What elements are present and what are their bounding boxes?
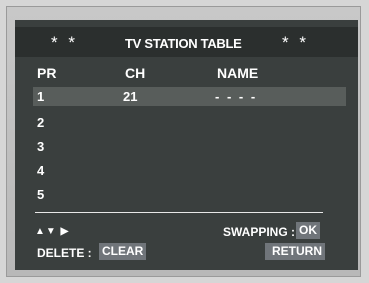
table-row[interactable]: 5 — [33, 185, 346, 204]
clear-key[interactable]: CLEAR — [99, 243, 147, 260]
table-row[interactable]: 3 — [33, 137, 346, 156]
title-bar: * * TV STATION TABLE * * — [15, 27, 358, 57]
column-header-pr: PR — [37, 65, 57, 81]
footer-divider — [35, 212, 323, 213]
row-pr: 2 — [37, 115, 45, 130]
osd-screen: * * TV STATION TABLE * * PR CH NAME 1 21… — [15, 20, 358, 270]
column-header-ch: CH — [125, 65, 146, 81]
navigation-arrows-icon: ▲▼ ▶ — [35, 226, 70, 237]
return-key[interactable]: RETURN — [265, 243, 325, 260]
row-pr: 3 — [37, 139, 45, 154]
table-row[interactable]: 4 — [33, 161, 346, 180]
ok-key[interactable]: OK — [296, 222, 320, 239]
star-decoration-right: * * — [282, 33, 309, 52]
page-title: TV STATION TABLE — [125, 36, 242, 51]
star-decoration-left: * * — [51, 33, 78, 52]
delete-label: DELETE : — [37, 246, 92, 260]
row-pr: 5 — [37, 187, 45, 202]
row-name: - - - - — [215, 89, 258, 104]
column-header-name: NAME — [217, 65, 259, 81]
row-pr: 1 — [37, 89, 45, 104]
table-row[interactable]: 2 — [33, 113, 346, 132]
row-ch: 21 — [123, 89, 138, 104]
row-pr: 4 — [37, 163, 45, 178]
swapping-label: SWAPPING : — [223, 225, 296, 239]
table-row-selected[interactable]: 1 21 - - - - — [33, 87, 346, 106]
